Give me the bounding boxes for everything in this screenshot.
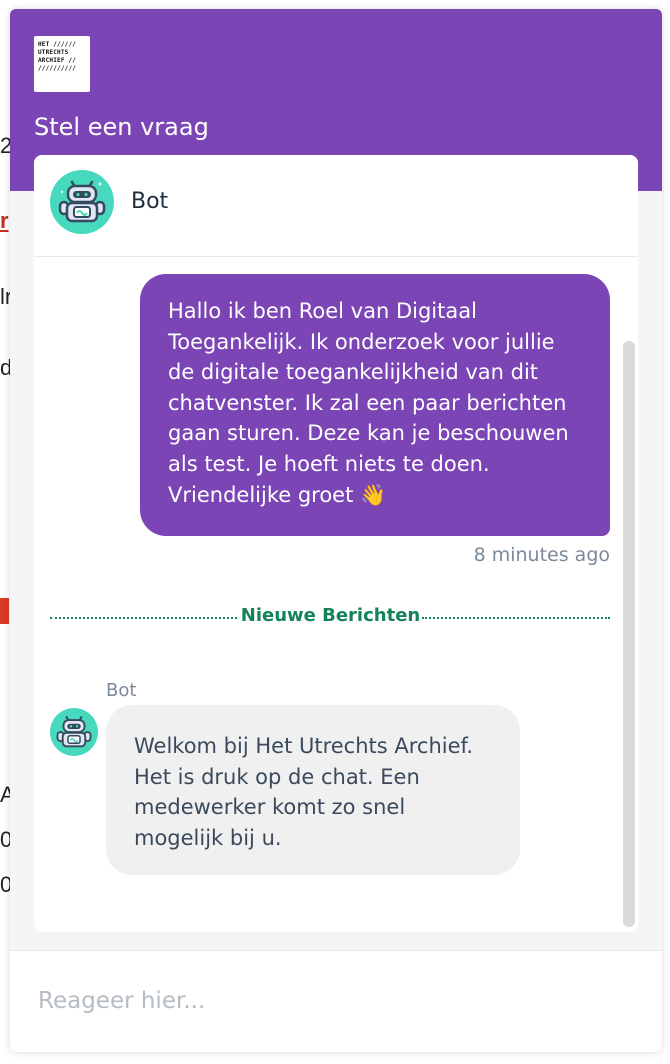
background-red-marker xyxy=(0,598,9,624)
background-link-fragment[interactable]: r xyxy=(0,208,9,234)
chat-widget: HET ////// UTRECHTS ARCHIEF // /////////… xyxy=(10,9,662,1052)
robot-icon xyxy=(50,708,98,756)
new-messages-divider: Nieuwe Berichten xyxy=(50,605,610,627)
divider-line xyxy=(422,617,610,619)
message-timestamp: 8 minutes ago xyxy=(473,544,610,566)
robot-icon xyxy=(50,170,114,234)
new-messages-label: Nieuwe Berichten xyxy=(240,605,421,626)
agent-header: Bot xyxy=(34,155,638,257)
conversation-scrollbar[interactable] xyxy=(623,341,635,927)
incoming-message: Welkom bij Het Utrechts Archief. Het is … xyxy=(106,705,520,875)
divider-line xyxy=(50,617,237,619)
agent-name: Bot xyxy=(131,189,169,214)
reply-input[interactable] xyxy=(38,979,638,1023)
chat-title: Stel een vraag xyxy=(34,113,209,141)
conversation-card: Bot Hallo ik ben Roel van Digitaal Toega… xyxy=(34,155,638,932)
message-composer xyxy=(10,950,662,1052)
archive-logo: HET ////// UTRECHTS ARCHIEF // /////////… xyxy=(34,36,90,92)
message-sender: Bot xyxy=(106,680,137,701)
outgoing-message: Hallo ik ben Roel van Digitaal Toegankel… xyxy=(140,274,610,536)
